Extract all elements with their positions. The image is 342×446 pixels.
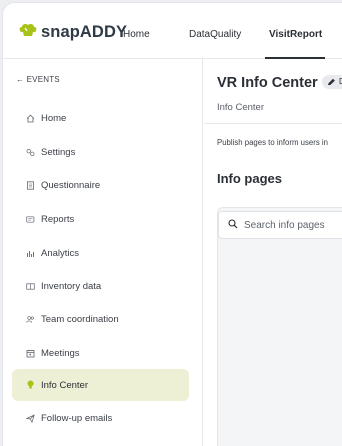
calendar-icon: [26, 349, 35, 358]
search-input[interactable]: [244, 219, 342, 231]
sidebar-item-settings[interactable]: Settings: [12, 136, 189, 168]
report-icon: [26, 215, 35, 224]
sidebar-item-label: Inventory data: [41, 280, 102, 292]
sidebar-item-team-coordination[interactable]: Team coordination: [12, 303, 189, 335]
search-box[interactable]: [218, 211, 342, 239]
sidebar-item-label: Follow-up emails: [41, 412, 113, 424]
edit-button[interactable]: D: [322, 75, 342, 89]
paper-plane-icon: [26, 413, 35, 423]
app-window: snapADDY Home DataQuality VisitReport ← …: [3, 3, 342, 446]
sidebar-item-label: Analytics: [41, 247, 80, 259]
sidebar-item-label: Team coordination: [41, 313, 119, 325]
page-description: Publish pages to inform users in: [217, 138, 328, 147]
book-icon: [26, 282, 35, 291]
sidebar-item-home[interactable]: Home: [12, 102, 189, 134]
sidebar-item-questionnaire[interactable]: Questionnaire: [12, 169, 189, 201]
sidebar-item-label: Reports: [41, 213, 75, 225]
page-subtitle: Info Center: [217, 102, 264, 113]
logo[interactable]: snapADDY: [18, 21, 127, 43]
search-icon: [228, 216, 238, 234]
sidebar-item-analytics[interactable]: Analytics: [12, 237, 189, 269]
team-icon: [26, 315, 35, 324]
back-to-events-link[interactable]: ← EVENTS: [16, 75, 60, 84]
sidebar-item-meetings[interactable]: Meetings: [12, 337, 189, 369]
sidebar-item-follow-up-emails[interactable]: Follow-up emails: [12, 402, 189, 434]
top-navigation-bar: snapADDY Home DataQuality VisitReport: [3, 3, 342, 59]
document-icon: [26, 180, 35, 190]
lightbulb-icon: [26, 380, 35, 390]
sidebar-item-info-center[interactable]: Info Center: [12, 369, 189, 401]
sidebar-item-label: Settings: [41, 146, 76, 158]
info-pages-panel: [217, 207, 342, 446]
pencil-icon: [328, 78, 335, 85]
divider: [204, 123, 342, 124]
main-content: VR Info Center D Info Center Publish pag…: [204, 59, 342, 446]
house-icon: [26, 114, 35, 123]
sidebar-item-reports[interactable]: Reports: [12, 203, 189, 235]
chef-hat-logo-icon: [18, 22, 38, 43]
page-title: VR Info Center: [217, 75, 318, 91]
bar-chart-icon: [26, 249, 35, 258]
nav-visitreport[interactable]: VisitReport: [269, 29, 322, 40]
sidebar-item-inventory-data[interactable]: Inventory data: [12, 270, 189, 302]
nav-dataquality[interactable]: DataQuality: [189, 29, 241, 40]
logo-text: snapADDY: [41, 22, 128, 41]
sidebar-item-label: Home: [41, 112, 67, 124]
section-title: Info pages: [217, 171, 283, 186]
gears-icon: [26, 148, 35, 157]
nav-home[interactable]: Home: [123, 29, 150, 40]
sidebar-item-label: Meetings: [41, 347, 80, 359]
sidebar-item-label: Info Center: [41, 379, 88, 391]
sidebar-item-label: Questionnaire: [41, 179, 101, 191]
